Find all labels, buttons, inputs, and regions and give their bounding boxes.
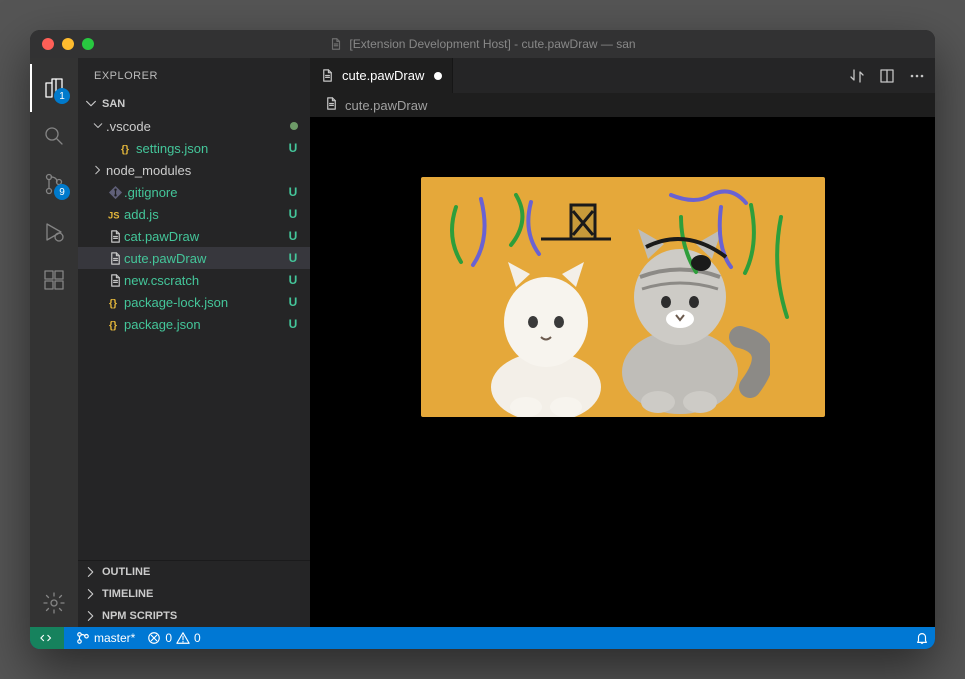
activity-run-debug[interactable] <box>30 208 78 256</box>
file-row[interactable]: package-lock.jsonU <box>78 291 310 313</box>
chevron-down-icon <box>90 120 106 132</box>
git-status-badge: U <box>286 273 300 287</box>
file-label: .gitignore <box>124 185 286 200</box>
editor-tab[interactable]: cute.pawDraw <box>310 58 453 93</box>
tab-bar: cute.pawDraw <box>310 58 935 93</box>
json-file-icon <box>106 317 124 332</box>
traffic-lights <box>30 38 94 50</box>
json-file-icon <box>118 141 136 156</box>
section-label: TIMELINE <box>102 588 153 600</box>
section-label: NPM SCRIPTS <box>102 610 177 622</box>
window-title: [Extension Development Host] - cute.pawD… <box>30 37 935 51</box>
branch-name: master* <box>94 631 135 645</box>
tab-label: cute.pawDraw <box>342 68 424 83</box>
file-label: cute.pawDraw <box>124 251 286 266</box>
git-status-badge: U <box>286 229 300 243</box>
bell-icon <box>915 631 929 645</box>
git-status-badge: U <box>286 251 300 265</box>
breadcrumb-label: cute.pawDraw <box>345 98 427 113</box>
file-row[interactable]: cute.pawDrawU <box>78 247 310 269</box>
collapsed-sections: OUTLINE TIMELINE NPM SCRIPTS <box>78 560 310 627</box>
file-row[interactable]: cat.pawDrawU <box>78 225 310 247</box>
git-status-badge: U <box>286 207 300 221</box>
drawing-overlay <box>421 177 825 417</box>
remote-indicator[interactable] <box>30 627 64 649</box>
compare-changes-icon[interactable] <box>849 68 865 84</box>
breadcrumb[interactable]: cute.pawDraw <box>310 93 935 117</box>
split-editor-icon[interactable] <box>879 68 895 84</box>
json-file-icon <box>106 295 124 310</box>
file-row[interactable]: .gitignoreU <box>78 181 310 203</box>
more-actions-icon[interactable] <box>909 68 925 84</box>
git-status-badge: U <box>286 295 300 309</box>
scm-badge: 9 <box>54 184 70 200</box>
git-status-badge: U <box>286 185 300 199</box>
folder-section-header[interactable]: SAN <box>78 93 310 115</box>
chevron-right-icon <box>84 565 98 579</box>
chevron-right-icon <box>84 587 98 601</box>
warning-count: 0 <box>194 631 201 645</box>
editor-area: cute.pawDraw cute.pawDraw <box>310 58 935 627</box>
section-npm-scripts[interactable]: NPM SCRIPTS <box>78 605 310 627</box>
file-row[interactable]: package.jsonU <box>78 313 310 335</box>
activity-search[interactable] <box>30 112 78 160</box>
file-label: settings.json <box>136 141 286 156</box>
doc-file-icon <box>106 273 124 288</box>
doc-file-icon <box>106 229 124 244</box>
git-file-icon <box>106 185 124 200</box>
chevron-down-icon <box>84 97 98 111</box>
vscode-window: [Extension Development Host] - cute.pawD… <box>30 30 935 649</box>
file-label: package.json <box>124 317 286 332</box>
modified-dot-icon <box>290 122 298 130</box>
problems-indicator[interactable]: 0 0 <box>141 627 206 649</box>
file-icon <box>329 37 343 51</box>
modified-dot-icon <box>434 72 442 80</box>
section-outline[interactable]: OUTLINE <box>78 561 310 583</box>
explorer-badge: 1 <box>54 88 70 104</box>
activity-source-control[interactable]: 9 <box>30 160 78 208</box>
file-row[interactable]: add.jsU <box>78 203 310 225</box>
file-label: add.js <box>124 207 286 222</box>
status-bar: master* 0 0 <box>30 627 935 649</box>
folder-name: SAN <box>102 98 125 110</box>
activity-settings[interactable] <box>30 579 78 627</box>
file-label: cat.pawDraw <box>124 229 286 244</box>
explorer-sidebar: EXPLORER SAN .vscodesettings.jsonUnode_m… <box>78 58 310 627</box>
js-file-icon <box>106 207 124 222</box>
file-icon <box>320 68 336 83</box>
activity-extensions[interactable] <box>30 256 78 304</box>
titlebar: [Extension Development Host] - cute.pawD… <box>30 30 935 58</box>
git-status-badge: U <box>286 141 300 155</box>
file-label: node_modules <box>106 163 300 178</box>
file-icon <box>324 96 339 114</box>
folder-row[interactable]: .vscode <box>78 115 310 137</box>
chevron-right-icon <box>90 164 106 176</box>
doc-file-icon <box>106 251 124 266</box>
file-label: package-lock.json <box>124 295 286 310</box>
file-label: new.cscratch <box>124 273 286 288</box>
folder-row[interactable]: node_modules <box>78 159 310 181</box>
branch-indicator[interactable]: master* <box>70 627 141 649</box>
file-row[interactable]: settings.jsonU <box>78 137 310 159</box>
chevron-right-icon <box>84 609 98 623</box>
file-label: .vscode <box>106 119 290 134</box>
activity-explorer[interactable]: 1 <box>30 64 78 112</box>
file-tree: .vscodesettings.jsonUnode_modules.gitign… <box>78 115 310 560</box>
file-row[interactable]: new.cscratchU <box>78 269 310 291</box>
error-count: 0 <box>165 631 172 645</box>
close-window-button[interactable] <box>42 38 54 50</box>
explorer-title: EXPLORER <box>78 58 310 93</box>
section-timeline[interactable]: TIMELINE <box>78 583 310 605</box>
git-status-badge: U <box>286 317 300 331</box>
minimize-window-button[interactable] <box>62 38 74 50</box>
activity-bar: 1 9 <box>30 58 78 627</box>
section-label: OUTLINE <box>102 566 150 578</box>
editor-actions <box>839 58 935 93</box>
paw-color-toolbar <box>310 507 935 627</box>
notifications-button[interactable] <box>909 627 935 649</box>
zoom-window-button[interactable] <box>82 38 94 50</box>
pawdraw-canvas[interactable] <box>310 117 935 627</box>
kitten-image <box>421 177 825 417</box>
